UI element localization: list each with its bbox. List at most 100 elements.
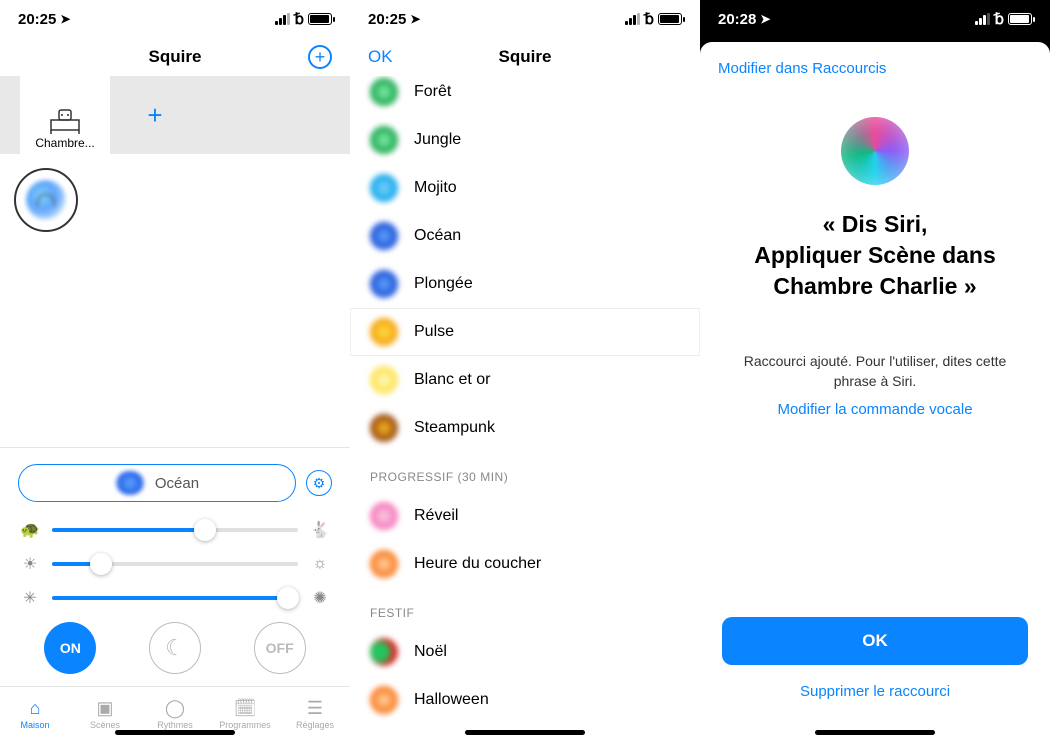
scene-item-blanc-or[interactable]: Blanc et or [350,356,700,404]
room-tile-chambre[interactable]: Chambre... [20,76,110,154]
scene-item-steampunk[interactable]: Steampunk [350,404,700,452]
section-festif: FESTIF [350,588,700,628]
scene-item-noel[interactable]: Noël [350,628,700,676]
turtle-icon: 🐢 [18,520,42,540]
sun-high-icon: ☼ [308,555,332,573]
scene-list[interactable]: Forêt Jungle Mojito Océan Plongée Pulse … [350,76,700,740]
scene-item-reveil[interactable]: Réveil [350,492,700,540]
goggles-icon [370,414,398,442]
fish-icon [370,270,398,298]
modal-title: Squire [499,47,552,67]
wifi-icon: ␢ [994,10,1004,28]
scene-item-coucher[interactable]: Heure du coucher [350,540,700,588]
status-bar: 20:25 ➤ ␢ [350,0,700,38]
status-icons: ␢ [975,10,1032,28]
sparkle-low-icon: ✳ [18,588,42,608]
scene-item-plongee[interactable]: Plongée [350,260,700,308]
status-icons: ␢ [625,10,682,28]
reglages-icon: ☰ [307,698,323,719]
add-button[interactable]: + [308,45,332,69]
screen-scene-list: 20:25 ➤ ␢ OK Squire Forêt Jungle Mojito … [350,0,700,740]
screen-home: 20:25 ➤ ␢ Squire + Chambre... + [0,0,350,740]
location-icon: ➤ [410,12,420,26]
shortcut-sheet: Modifier dans Raccourcis « Dis Siri, App… [700,42,1050,740]
home-indicator[interactable] [465,730,585,735]
speed-slider[interactable] [52,528,298,532]
status-time: 20:25 [18,11,56,28]
scene-item-ocean[interactable]: Océan [350,212,700,260]
alarm-icon [370,502,398,530]
home-icon: ⌂ [30,698,41,719]
sparkle-high-icon: ✺ [308,588,332,608]
brightness-slider-row: ☀ ☼ [18,554,332,574]
edit-in-shortcuts-link[interactable]: Modifier dans Raccourcis [718,60,1032,77]
night-mode-button[interactable]: ☾ [149,622,201,674]
modal-header: OK Squire [350,38,700,76]
control-panel: Océan ⚙ 🐢 🐇 ☀ ☼ ✳ ✺ ON ☾ [0,447,350,686]
sleep-icon [370,550,398,578]
wifi-icon: ␢ [294,10,304,28]
device-icon[interactable] [14,168,78,232]
add-room-button[interactable]: + [110,76,200,154]
status-bar: 20:25 ➤ ␢ [0,0,350,38]
scene-selector[interactable]: Océan [18,464,296,502]
home-indicator[interactable] [815,730,935,735]
leaf-icon [370,174,398,202]
rythmes-icon: ◯ [165,698,185,719]
location-icon: ➤ [60,12,70,26]
status-bar: 20:28 ➤ ␢ [700,0,1050,38]
battery-icon [308,13,332,25]
star-icon [370,366,398,394]
siri-icon [841,117,909,185]
tab-maison[interactable]: ⌂Maison [0,687,70,740]
signal-icon [975,13,990,25]
off-button[interactable]: OFF [254,622,306,674]
device-area [0,154,350,447]
signal-icon [275,13,290,25]
scenes-icon: ▣ [96,698,113,719]
delete-shortcut-link[interactable]: Supprimer le raccourci [718,683,1032,700]
status-time: 20:28 [718,11,756,28]
battery-icon [1008,13,1032,25]
scene-name: Océan [155,475,199,492]
signal-icon [625,13,640,25]
status-icons: ␢ [275,10,332,28]
settings-gear-button[interactable]: ⚙ [306,470,332,496]
section-progressif: PROGRESSIF (30 MIN) [350,452,700,492]
scene-item-pulse[interactable]: Pulse [350,308,700,356]
app-header: Squire + [0,38,350,76]
brightness-slider[interactable] [52,562,298,566]
pumpkin-icon [370,686,398,714]
rabbit-icon: 🐇 [308,520,332,540]
scene-item-mojito[interactable]: Mojito [350,164,700,212]
screen-siri-shortcut: 20:28 ➤ ␢ Modifier dans Raccourcis « Dis… [700,0,1050,740]
edit-voice-command-link[interactable]: Modifier la commande vocale [718,401,1032,418]
speed-slider-row: 🐢 🐇 [18,520,332,540]
header-title: Squire [42,47,308,67]
status-time: 20:25 [368,11,406,28]
wave-icon [370,222,398,250]
location-icon: ➤ [760,12,770,26]
room-selector: Chambre... + [0,76,350,154]
programmes-icon: 🗓 [234,698,257,719]
siri-phrase: « Dis Siri, Appliquer Scène dans Chambre… [718,209,1032,302]
on-button[interactable]: ON [44,622,96,674]
scene-item-halloween[interactable]: Halloween [350,676,700,724]
palm-icon [370,126,398,154]
tab-reglages[interactable]: ☰Réglages [280,687,350,740]
xmas-tree-icon [370,638,398,666]
bed-icon [45,106,85,136]
battery-icon [658,13,682,25]
shortcut-subtitle: Raccourci ajouté. Pour l'utiliser, dites… [718,352,1032,391]
intensity-slider[interactable] [52,596,298,600]
scene-item-foret[interactable]: Forêt [350,76,700,116]
ok-button[interactable]: OK [368,47,393,67]
home-indicator[interactable] [115,730,235,735]
wave-icon [115,471,145,495]
room-label: Chambre... [35,136,94,150]
intensity-slider-row: ✳ ✺ [18,588,332,608]
tree-icon [370,78,398,106]
ok-confirm-button[interactable]: OK [722,617,1028,665]
sun-low-icon: ☀ [18,554,42,574]
scene-item-jungle[interactable]: Jungle [350,116,700,164]
